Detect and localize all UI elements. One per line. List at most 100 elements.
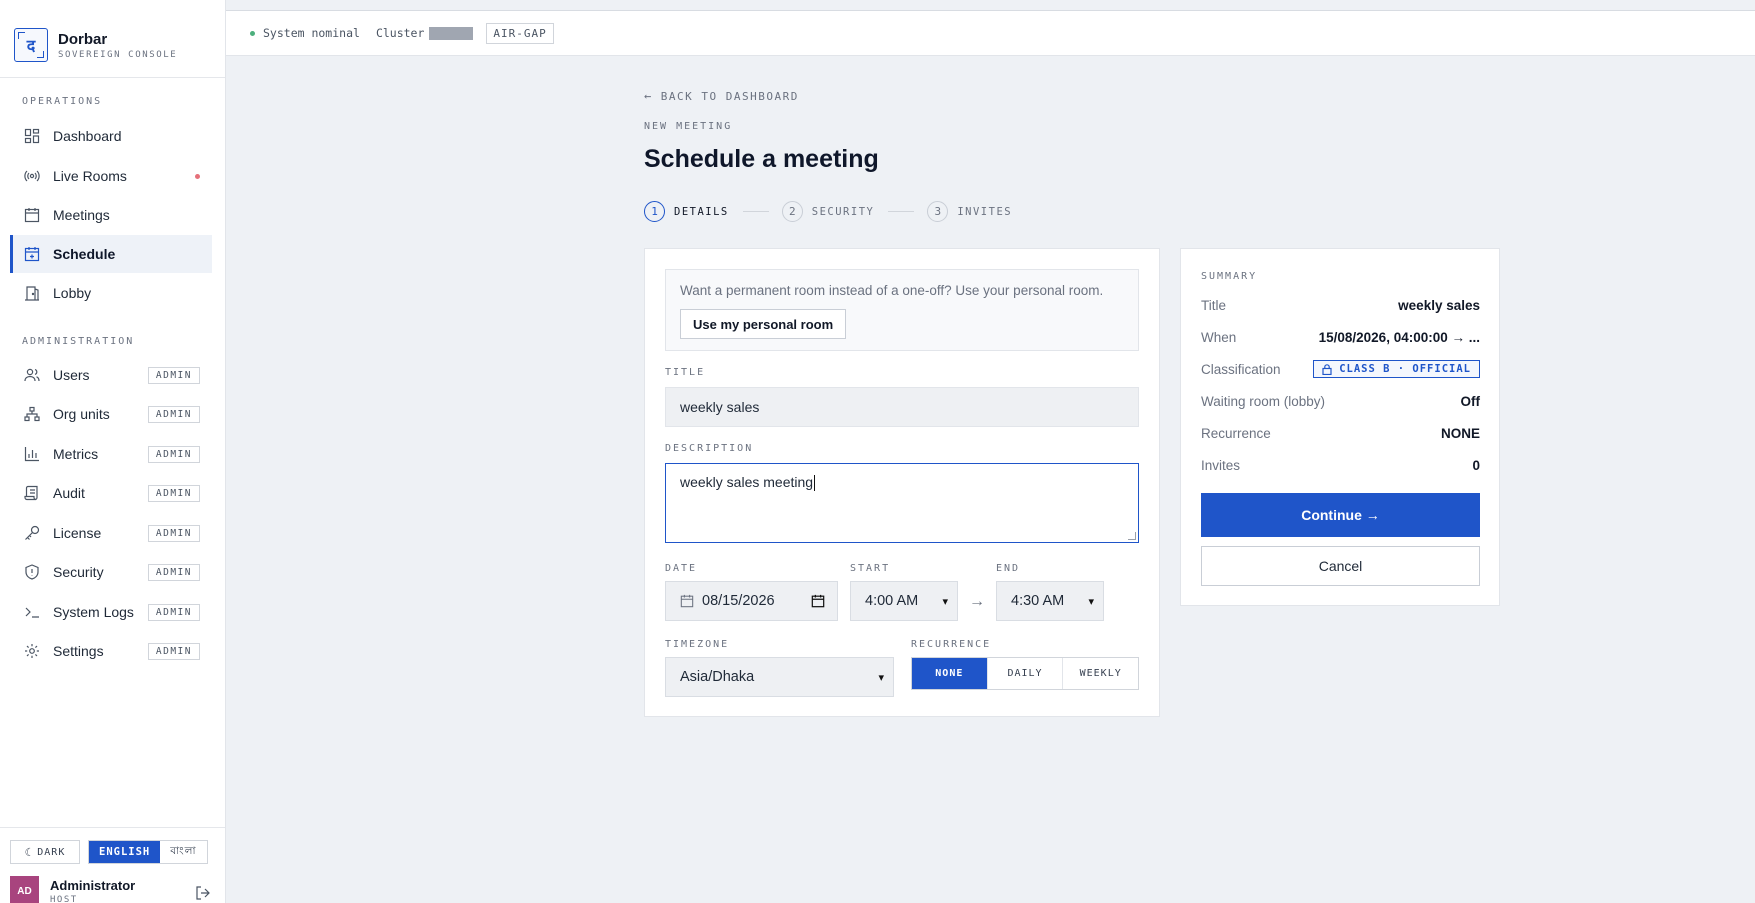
step-label: SECURITY [811, 205, 875, 218]
arrow-left-icon: ← [644, 89, 653, 103]
language-bangla[interactable]: বাংলা [160, 841, 207, 863]
users-icon [24, 367, 40, 383]
summary-key: Classification [1201, 361, 1281, 377]
arrow-right-icon: → [969, 593, 985, 610]
date-picker-icon[interactable] [811, 594, 825, 608]
text-caret [814, 475, 816, 492]
summary-row-title: Title weekly sales [1201, 296, 1480, 314]
admin-badge: ADMIN [147, 446, 200, 463]
end-time-select[interactable]: 4:30 AM ▾ [996, 581, 1104, 621]
sidebar: द Dorbar SOVEREIGN CONSOLE OPERATIONS Da… [0, 0, 226, 903]
summary-key: When [1201, 329, 1237, 345]
cancel-button[interactable]: Cancel [1201, 546, 1480, 586]
step-label: INVITES [957, 205, 1013, 218]
sidebar-item-label: Meetings [53, 207, 110, 223]
calendar-icon [24, 207, 40, 223]
recurrence-none[interactable]: NONE [912, 658, 988, 689]
date-label: DATE [665, 563, 698, 574]
admin-badge: ADMIN [147, 485, 200, 502]
cluster-label: Cluster [375, 26, 425, 40]
sidebar-item-org-units[interactable]: Org units ADMIN [10, 395, 212, 433]
chart-icon [24, 446, 40, 462]
summary-key: Waiting room (lobby) [1201, 393, 1326, 409]
back-to-dashboard-link[interactable]: ← BACK TO DASHBOARD [644, 89, 799, 103]
org-icon [24, 406, 40, 422]
sidebar-item-meetings[interactable]: Meetings [10, 196, 212, 234]
sidebar-item-security[interactable]: Security ADMIN [10, 553, 212, 591]
sidebar-item-label: Dashboard [53, 128, 122, 144]
description-textarea[interactable]: weekly sales meeting [665, 463, 1139, 543]
system-status: System nominal [263, 26, 360, 40]
sidebar-item-label: Lobby [53, 285, 92, 301]
description-label: DESCRIPTION [665, 443, 754, 454]
use-personal-room-button[interactable]: Use my personal room [680, 309, 847, 339]
sidebar-item-system-logs[interactable]: System Logs ADMIN [10, 593, 212, 631]
start-time-select[interactable]: 4:00 AM ▾ [850, 581, 958, 621]
sidebar-bottom-divider [0, 827, 225, 828]
recurrence-daily[interactable]: DAILY [987, 658, 1064, 689]
back-link-label: BACK TO DASHBOARD [660, 89, 799, 103]
continue-button[interactable]: Continue → [1201, 493, 1480, 537]
avatar: AD [10, 876, 39, 903]
sidebar-item-lobby[interactable]: Lobby [10, 274, 212, 312]
summary-label: SUMMARY [1201, 271, 1258, 282]
step-details[interactable]: 1 DETAILS [644, 201, 729, 222]
admin-badge: ADMIN [147, 406, 200, 423]
sidebar-item-users[interactable]: Users ADMIN [10, 356, 212, 394]
dark-mode-toggle[interactable]: ☾ DARK [10, 840, 80, 864]
user-profile: AD Administrator HOST [10, 876, 215, 903]
page-title: Schedule a meeting [644, 145, 879, 173]
sidebar-item-live-rooms[interactable]: Live Rooms [10, 157, 212, 195]
recurrence-weekly[interactable]: WEEKLY [1063, 658, 1139, 689]
date-input[interactable]: 08/15/2026 [665, 581, 838, 621]
sidebar-item-label: System Logs [53, 604, 134, 620]
summary-row-when: When 15/08/2026, 04:00:00 → ... [1201, 328, 1480, 346]
user-role: HOST [50, 895, 78, 903]
language-english[interactable]: ENGLISH [89, 841, 161, 863]
brand-subtitle: SOVEREIGN CONSOLE [58, 49, 178, 60]
sidebar-item-settings[interactable]: Settings ADMIN [10, 632, 212, 670]
admin-badge: ADMIN [147, 367, 200, 384]
step-number: 3 [927, 201, 949, 222]
terminal-icon [24, 604, 40, 620]
user-name: Administrator [50, 878, 136, 893]
chevron-down-icon: ▾ [1088, 596, 1094, 608]
stepper: 1 DETAILS 2 SECURITY 3 INVITES [644, 201, 1012, 222]
airgap-badge: AIR-GAP [486, 22, 554, 44]
meeting-details-form: Want a permanent room instead of a one-o… [644, 248, 1160, 717]
step-invites[interactable]: 3 INVITES [927, 201, 1012, 222]
sidebar-item-schedule[interactable]: Schedule [10, 235, 212, 273]
sidebar-item-license[interactable]: License ADMIN [10, 514, 212, 552]
page-eyebrow: NEW MEETING [644, 121, 733, 132]
title-input[interactable]: weekly sales [665, 387, 1139, 427]
recurrence-label: RECURRENCE [911, 639, 992, 650]
personal-room-prompt: Want a permanent room instead of a one-o… [680, 283, 1104, 298]
description-value: weekly sales meeting [680, 474, 814, 490]
date-value: 08/15/2026 [702, 593, 775, 609]
start-time-value: 4:00 AM [865, 593, 919, 609]
sidebar-item-audit[interactable]: Audit ADMIN [10, 474, 212, 512]
sidebar-item-label: Settings [53, 643, 104, 659]
logout-icon[interactable] [195, 885, 211, 901]
operations-section-label: OPERATIONS [22, 96, 103, 107]
resize-handle[interactable] [1128, 532, 1136, 540]
calendar-icon [680, 594, 694, 608]
classification-value: CLASS B · OFFICIAL [1339, 363, 1471, 375]
sidebar-item-dashboard[interactable]: Dashboard [10, 117, 212, 155]
step-security[interactable]: 2 SECURITY [781, 201, 875, 222]
brand[interactable]: द Dorbar SOVEREIGN CONSOLE [14, 28, 177, 62]
sidebar-item-label: Metrics [53, 446, 99, 462]
shield-icon [24, 564, 40, 580]
step-connector [888, 211, 915, 212]
sidebar-item-label: Org units [53, 406, 110, 422]
summary-row-classification: Classification CLASS B · OFFICIAL [1201, 360, 1480, 378]
summary-row-invites: Invites 0 [1201, 456, 1480, 474]
sidebar-item-metrics[interactable]: Metrics ADMIN [10, 435, 212, 473]
step-number: 2 [781, 201, 803, 222]
timezone-label: TIMEZONE [665, 639, 730, 650]
broadcast-icon [24, 168, 40, 184]
summary-key: Recurrence [1201, 425, 1271, 441]
timezone-select[interactable]: Asia/Dhaka ▾ [665, 657, 894, 697]
end-time-value: 4:30 AM [1011, 593, 1065, 609]
admin-badge: ADMIN [147, 604, 200, 621]
